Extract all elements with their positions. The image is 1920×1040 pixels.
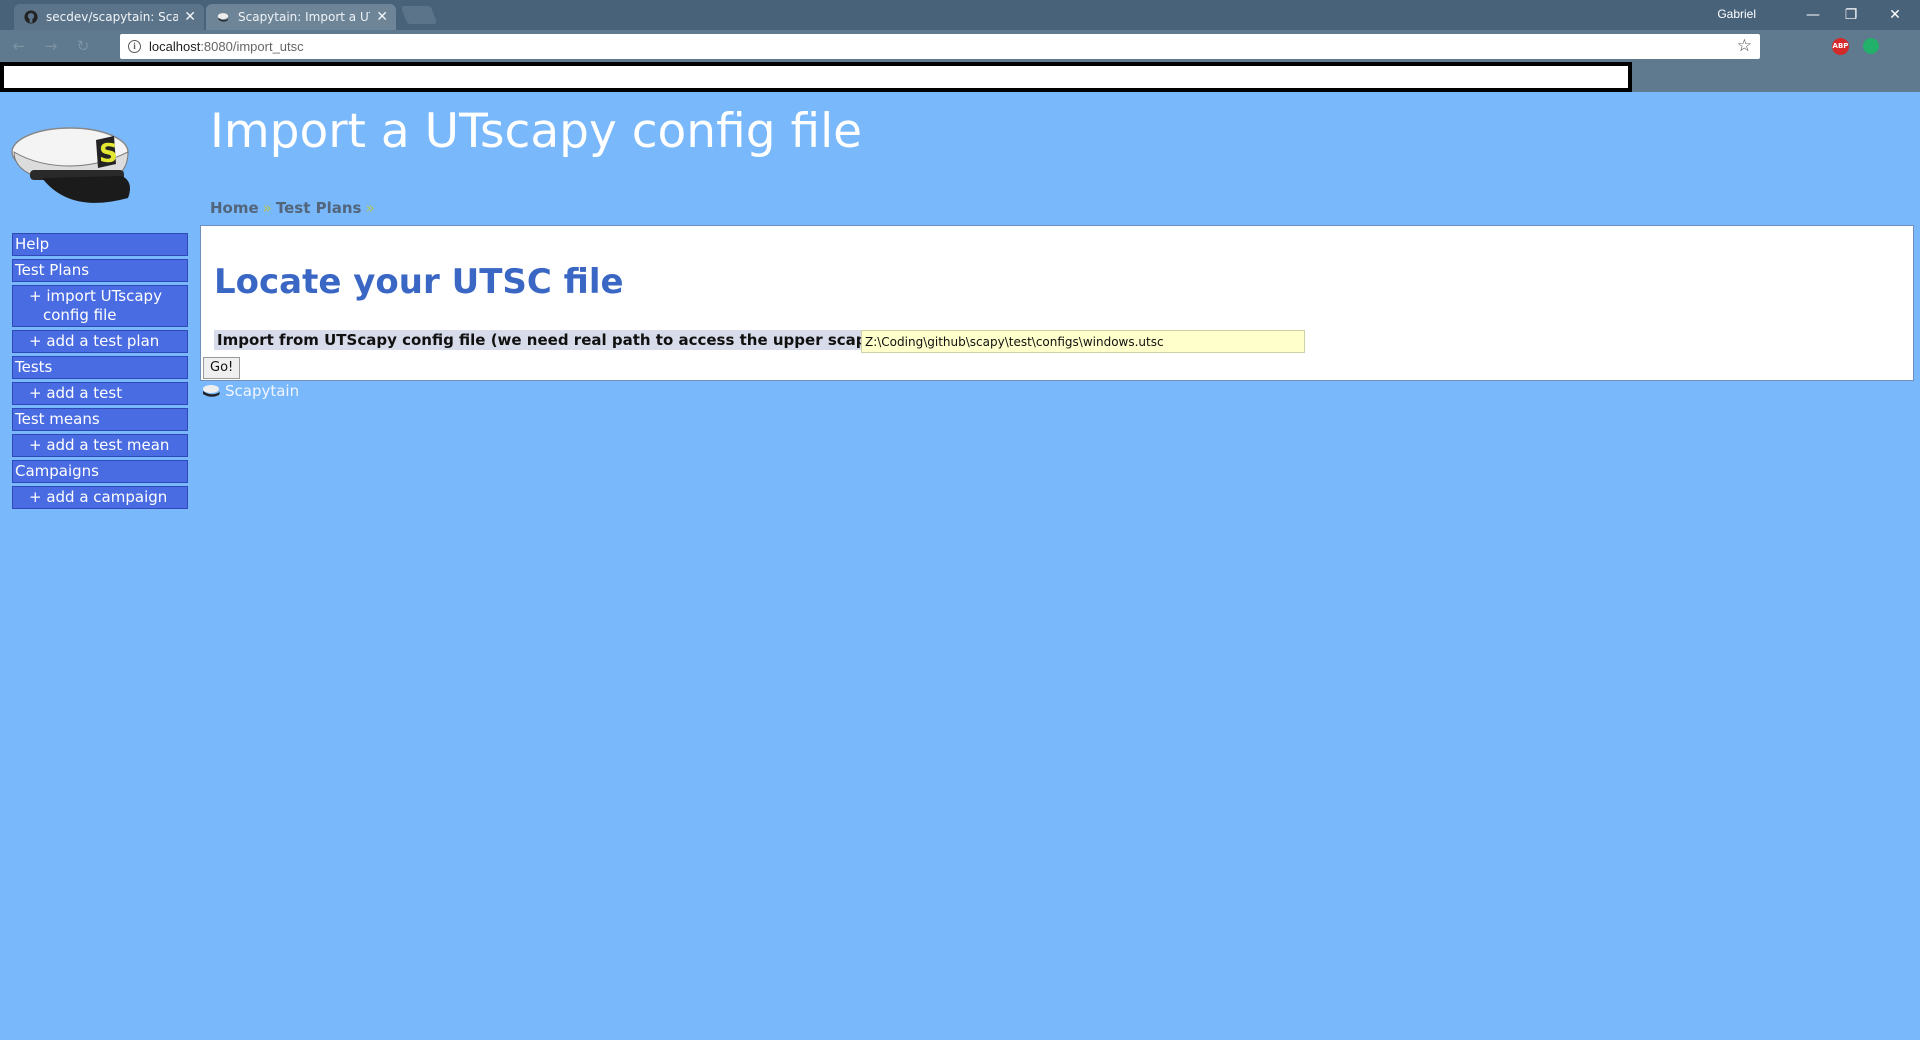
footer-link[interactable]: Scapytain	[225, 382, 299, 400]
sidebar-item-add-test[interactable]: + add a test	[12, 382, 188, 405]
close-window-icon[interactable]: ✕	[1880, 4, 1910, 26]
url-host: localhost	[149, 39, 201, 54]
bookmark-bar-edge	[1632, 62, 1920, 92]
back-icon[interactable]: ←	[10, 37, 28, 55]
scapytain-hat-icon	[217, 13, 229, 22]
close-icon[interactable]: ✕	[376, 10, 388, 24]
url-path: :8080/import_utsc	[200, 39, 304, 54]
browser-tab-bar: secdev/scapytain: Scapyt ✕ Scapytain: Im…	[0, 0, 1920, 30]
breadcrumb-separator: »	[365, 199, 375, 217]
sidebar-item-test-plans[interactable]: Test Plans	[12, 259, 188, 282]
browser-tab-github[interactable]: secdev/scapytain: Scapyt ✕	[14, 4, 204, 30]
sidebar: Help Test Plans + import UTscapy config …	[12, 233, 188, 512]
section-title: Locate your UTSC file	[214, 262, 624, 302]
footer: Scapytain	[201, 382, 299, 400]
bookmark-bar	[0, 62, 1632, 92]
info-icon[interactable]: i	[128, 40, 141, 53]
sidebar-item-label: config file	[43, 306, 117, 324]
reload-icon[interactable]: ↻	[74, 37, 92, 55]
profile-name[interactable]: Gabriel	[1717, 7, 1756, 21]
scapytain-hat-icon	[203, 385, 220, 397]
tab-title: Scapytain: Import a UTsc	[238, 10, 370, 24]
extension-icon[interactable]	[1863, 38, 1879, 54]
forward-icon[interactable]: →	[42, 37, 60, 55]
tab-title: secdev/scapytain: Scapyt	[46, 10, 179, 24]
adblock-extension-icon[interactable]: ABP	[1832, 38, 1849, 55]
close-icon[interactable]: ✕	[184, 10, 196, 24]
scapytain-logo: S	[11, 127, 130, 203]
content-panel: Locate your UTSC file Import from UTScap…	[200, 225, 1914, 381]
sidebar-item-add-test-plan[interactable]: + add a test plan	[12, 330, 188, 353]
svg-text:S: S	[99, 139, 118, 169]
star-icon[interactable]: ☆	[1737, 37, 1752, 55]
breadcrumb: Home» Test Plans»	[210, 199, 379, 217]
page-title: Import a UTscapy config file	[210, 104, 863, 159]
sidebar-item-help[interactable]: Help	[12, 233, 188, 256]
minimize-icon[interactable]: —	[1798, 4, 1828, 26]
restore-icon[interactable]: ❐	[1836, 4, 1866, 26]
new-tab-button[interactable]	[400, 6, 438, 24]
sidebar-item-add-test-mean[interactable]: + add a test mean	[12, 434, 188, 457]
sidebar-item-test-means[interactable]: Test means	[12, 408, 188, 431]
sidebar-item-label: + import UTscapy	[29, 287, 162, 305]
browser-tab-scapytain[interactable]: Scapytain: Import a UTsc ✕	[206, 4, 396, 30]
utsc-path-input[interactable]	[861, 330, 1305, 353]
github-icon	[24, 10, 38, 24]
address-bar[interactable]: i localhost :8080/import_utsc ☆	[120, 34, 1760, 59]
sidebar-item-tests[interactable]: Tests	[12, 356, 188, 379]
go-button[interactable]: Go!	[203, 357, 241, 379]
sidebar-item-campaigns[interactable]: Campaigns	[12, 460, 188, 483]
breadcrumb-test-plans[interactable]: Test Plans	[276, 199, 362, 217]
browser-toolbar: ← → ↻ i localhost :8080/import_utsc ☆ AB…	[0, 30, 1920, 62]
breadcrumb-separator: »	[262, 199, 272, 217]
import-path-label: Import from UTScapy config file (we need…	[214, 330, 942, 350]
breadcrumb-home[interactable]: Home	[210, 199, 259, 217]
sidebar-item-add-campaign[interactable]: + add a campaign	[12, 486, 188, 509]
sidebar-item-import-utscapy[interactable]: + import UTscapy config file	[12, 285, 188, 327]
